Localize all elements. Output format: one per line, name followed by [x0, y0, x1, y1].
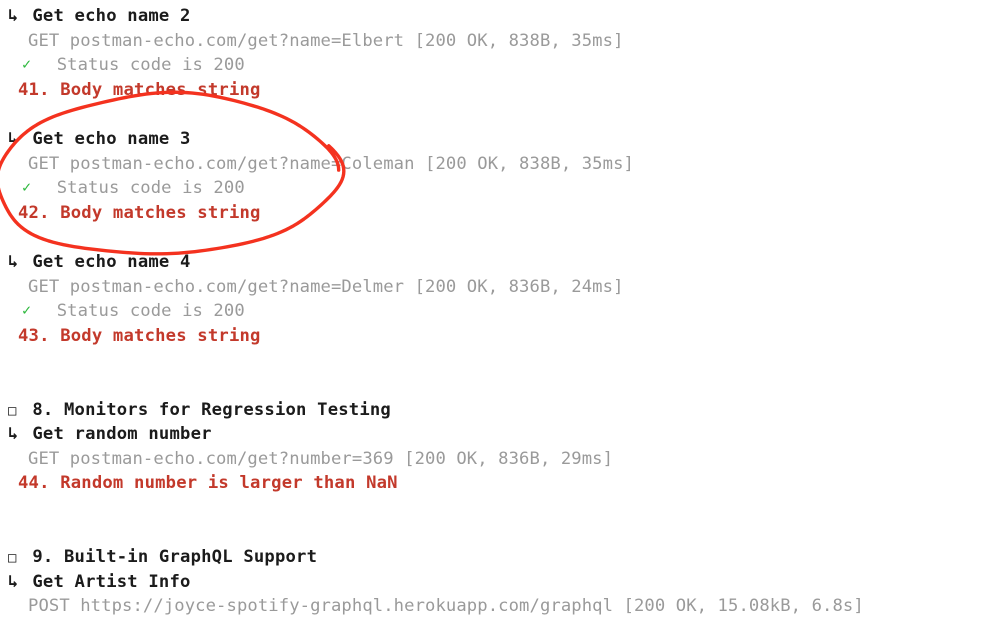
check-icon: ✓: [22, 55, 32, 74]
request-url-and-stats: GET postman-echo.com/get?name=Delmer [20…: [28, 276, 624, 297]
console-request-url-line: GET postman-echo.com/get?number=369 [200…: [0, 447, 1000, 472]
request-url-and-stats: POST https://joyce-spotify-graphql.herok…: [28, 596, 864, 617]
request-name: Get echo name 4: [32, 251, 191, 272]
console-request-url-line: GET postman-echo.com/get?name=Elbert [20…: [0, 29, 1000, 54]
newman-console-output: ↳ Get echo name 2 GET postman-echo.com/ge…: [0, 0, 1000, 616]
console-line-stream: ↳ Get echo name 2 GET postman-echo.com/ge…: [0, 4, 1000, 619]
check-icon: ✓: [22, 301, 32, 320]
request-arrow-icon: ↳: [8, 571, 19, 592]
assertion-fail-label: 42. Body matches string: [18, 202, 261, 223]
request-arrow-icon: ↳: [8, 6, 19, 26]
console-assertion-pass-line: ✓ Status code is 200: [0, 176, 1000, 201]
assertion-pass-label: Status code is 200: [56, 178, 245, 199]
console-assertion-fail-line[interactable]: 43. Body matches string: [0, 324, 1000, 349]
request-url-and-stats: GET postman-echo.com/get?name=Coleman [2…: [28, 153, 634, 174]
assertion-fail-label: 43. Body matches string: [18, 325, 261, 346]
request-arrow-icon: ↳: [8, 424, 19, 445]
console-folder-line[interactable]: □ 8. Monitors for Regression Testing: [0, 398, 1000, 423]
check-icon: ✓: [22, 178, 32, 197]
request-name: Get Artist Info: [32, 571, 191, 592]
request-url-and-stats: GET postman-echo.com/get?name=Elbert [20…: [28, 30, 624, 51]
assertion-fail-label: 41. Body matches string: [18, 79, 261, 100]
console-assertion-pass-line: ✓ Status code is 200: [0, 53, 1000, 78]
assertion-pass-label: Status code is 200: [56, 55, 245, 76]
console-request-line[interactable]: ↳ Get echo name 4: [0, 250, 1000, 275]
console-request-url-line: GET postman-echo.com/get?name=Delmer [20…: [0, 275, 1000, 300]
console-assertion-fail-line[interactable]: 44. Random number is larger than NaN: [0, 471, 1000, 496]
request-name: Get echo name 3: [32, 128, 191, 149]
request-name: Get echo name 2: [32, 6, 191, 26]
console-request-line[interactable]: ↳ Get random number: [0, 422, 1000, 447]
console-request-line[interactable]: ↳ Get Artist Info: [0, 570, 1000, 595]
request-arrow-icon: ↳: [8, 251, 19, 272]
request-name: Get random number: [32, 424, 212, 445]
console-request-line[interactable]: ↳ Get echo name 2: [0, 4, 1000, 29]
console-request-url-line: POST https://joyce-spotify-graphql.herok…: [0, 594, 1000, 619]
console-assertion-pass-line: ✓ Status code is 200: [0, 299, 1000, 324]
request-arrow-icon: ↳: [8, 128, 19, 149]
folder-box-icon: □: [8, 550, 17, 567]
console-request-url-line: GET postman-echo.com/get?name=Coleman [2…: [0, 152, 1000, 177]
assertion-fail-label: 44. Random number is larger than NaN: [18, 473, 398, 494]
folder-box-icon: □: [8, 402, 17, 419]
request-url-and-stats: GET postman-echo.com/get?number=369 [200…: [28, 448, 614, 469]
console-assertion-fail-line[interactable]: 41. Body matches string: [0, 78, 1000, 103]
folder-name: 9. Built-in GraphQL Support: [32, 547, 318, 568]
console-folder-line[interactable]: □ 9. Built-in GraphQL Support: [0, 545, 1000, 570]
console-request-line[interactable]: ↳ Get echo name 3: [0, 127, 1000, 152]
assertion-pass-label: Status code is 200: [56, 301, 245, 322]
folder-name: 8. Monitors for Regression Testing: [32, 399, 391, 420]
console-assertion-fail-line[interactable]: 42. Body matches string: [0, 201, 1000, 226]
